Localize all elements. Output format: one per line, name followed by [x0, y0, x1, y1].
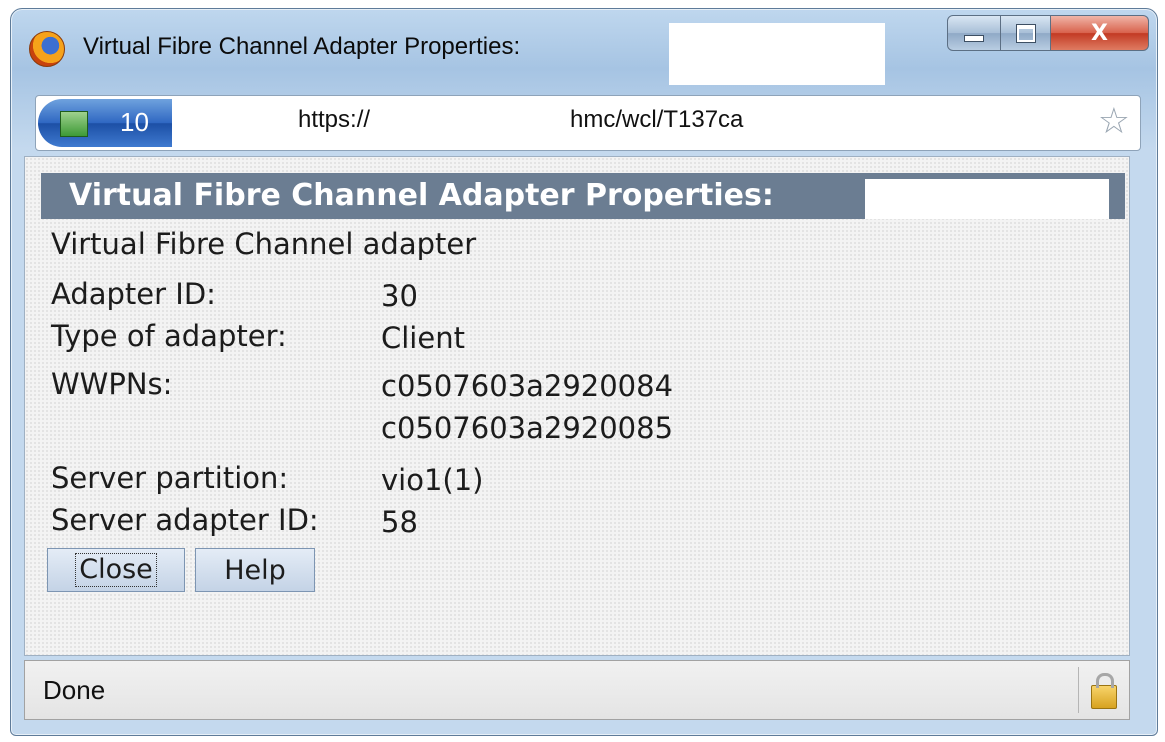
address-bar[interactable]: 10 https:// hmc/wcl/T137ca ☆: [35, 95, 1141, 151]
adapter-type-label: Type of adapter:: [51, 319, 287, 353]
close-button-label: Close: [75, 553, 157, 587]
status-bar: Done: [24, 660, 1130, 720]
close-button[interactable]: Close: [47, 548, 185, 592]
server-partition-label: Server partition:: [51, 461, 289, 495]
window-controls: X: [947, 15, 1149, 53]
site-label: 10: [120, 107, 149, 137]
status-text: Done: [43, 675, 106, 705]
firefox-icon: [29, 31, 65, 67]
adapter-type-value: Client: [381, 321, 465, 355]
maximize-button[interactable]: [1001, 15, 1051, 51]
close-window-button[interactable]: X: [1051, 15, 1149, 51]
star-icon[interactable]: ☆: [1098, 104, 1130, 140]
redacted-region: [669, 23, 885, 85]
window-title: Virtual Fibre Channel Adapter Properties…: [83, 33, 521, 60]
server-adapter-id-value: 58: [381, 505, 418, 539]
lock-icon[interactable]: [1091, 673, 1117, 709]
maximize-icon: [1015, 23, 1036, 43]
title-bar[interactable]: Virtual Fibre Channel Adapter Properties…: [11, 9, 1157, 85]
server-adapter-id-label: Server adapter ID:: [51, 503, 319, 537]
minimize-button[interactable]: [947, 15, 1001, 51]
panel-header: Virtual Fibre Channel Adapter Properties…: [41, 173, 1125, 219]
wwpns-label: WWPNs:: [51, 367, 173, 401]
url-protocol: https://: [298, 106, 371, 133]
status-divider: [1078, 667, 1079, 713]
adapter-id-label: Adapter ID:: [51, 277, 216, 311]
redacted-region: [172, 98, 298, 148]
server-partition-value: vio1(1): [381, 463, 484, 497]
site-identity-icon: [60, 111, 88, 137]
wwpn-value-2: c0507603a2920085: [381, 411, 674, 445]
minimize-icon: [964, 34, 984, 42]
close-icon: X: [1091, 20, 1108, 46]
help-button-label: Help: [224, 554, 286, 586]
adapter-id-value: 30: [381, 279, 418, 313]
page-content: Virtual Fibre Channel Adapter Properties…: [24, 156, 1130, 656]
help-button[interactable]: Help: [195, 548, 315, 592]
url-path: hmc/wcl/T137ca: [570, 106, 744, 133]
panel-subtitle: Virtual Fibre Channel adapter: [51, 227, 477, 261]
redacted-region: [865, 179, 1109, 219]
page-title: Virtual Fibre Channel Adapter Properties…: [69, 178, 774, 213]
wwpn-value-1: c0507603a2920084: [381, 369, 674, 403]
